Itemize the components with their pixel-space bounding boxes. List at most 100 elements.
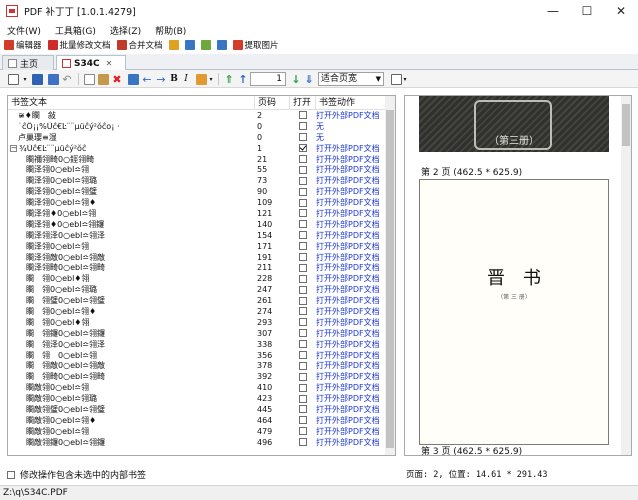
batch-modify-button[interactable]: 批量修改文档 <box>47 39 111 51</box>
bookmark-page[interactable]: 307 <box>255 329 290 338</box>
bookmark-text-cell[interactable]: 瞷泽翎0○ebl≏翎 <box>8 164 255 175</box>
bookmark-row[interactable]: 瞷泽翎♦0○ebl≏翎鑼 140 打开外部PDF文档 <box>8 219 386 230</box>
page-number-input[interactable]: 1 <box>250 72 286 86</box>
bookmark-action[interactable]: 打开外部PDF文档 <box>316 437 386 448</box>
bookmark-row[interactable]: 瞷泽翎畸0○ebl≏翎畸 211 打开外部PDF文档 <box>8 262 386 273</box>
paste-button[interactable] <box>96 72 110 86</box>
bookmark-text-cell[interactable]: 瞷泽翎♦0○ebl≏翎鑼 <box>8 219 255 230</box>
column-header-open[interactable]: 打开 <box>290 96 316 110</box>
bookmark-open-checkbox[interactable] <box>299 144 307 153</box>
bookmark-text-cell[interactable]: 瞷敵翎0○ebl≏翎 <box>8 426 255 437</box>
bookmark-open-checkbox[interactable] <box>299 176 307 185</box>
bookmark-row[interactable]: 瞷敵翎0○ebl≏翎 479 打开外部PDF文档 <box>8 426 386 437</box>
bookmark-page[interactable]: 464 <box>255 416 290 425</box>
bookmark-row[interactable]: 瞷禰翎畸0○鋞翎畸 21 打开外部PDF文档 <box>8 154 386 165</box>
bookmark-action[interactable]: 打开外部PDF文档 <box>316 328 386 339</box>
save-as-button[interactable] <box>46 72 60 86</box>
bookmark-row[interactable]: ≆♦瞷 敍 2 打开外部PDF文档 <box>8 110 386 121</box>
bookmark-action[interactable]: 打开外部PDF文档 <box>316 393 386 404</box>
bookmark-open-checkbox[interactable] <box>299 274 307 283</box>
bookmark-action[interactable]: 打开外部PDF文档 <box>316 339 386 350</box>
bookmark-text-cell[interactable]: 瞷泽翎0○ebl≏翎璧 <box>8 186 255 197</box>
bookmark-page[interactable]: 247 <box>255 285 290 294</box>
rename-button[interactable] <box>184 40 197 50</box>
bookmark-open-checkbox[interactable] <box>299 329 307 338</box>
bookmark-open-checkbox[interactable] <box>299 231 307 240</box>
bookmark-open-checkbox[interactable] <box>299 296 307 305</box>
bookmark-row[interactable]: 瞷 翎畸0○ebl≏翎畸 392 打开外部PDF文档 <box>8 371 386 382</box>
bookmark-row[interactable]: 瞷 翎璧0○ebl≏翎璧 261 打开外部PDF文档 <box>8 295 386 306</box>
bookmark-action[interactable]: 无 <box>316 132 386 143</box>
bookmark-page[interactable]: 445 <box>255 405 290 414</box>
zoom-select[interactable]: 适合页宽 ▼ <box>318 72 384 86</box>
bookmark-row[interactable]: 瞷 翎0○ebl♦翎 293 打开外部PDF文档 <box>8 317 386 328</box>
bookmark-row[interactable]: 瞷敵翎0○ebl≏翎璐 423 打开外部PDF文档 <box>8 393 386 404</box>
bookmark-open-checkbox[interactable] <box>299 155 307 163</box>
bookmark-page[interactable]: 392 <box>255 372 290 381</box>
bookmark-page[interactable]: 479 <box>255 427 290 436</box>
bookmark-page[interactable]: 90 <box>255 187 290 196</box>
bookmark-text-cell[interactable]: 瞷 翎泽0○ebl≏翎泽 <box>8 339 255 350</box>
bookmark-action[interactable]: 打开外部PDF文档 <box>316 284 386 295</box>
bookmark-page[interactable]: 121 <box>255 209 290 218</box>
split-button[interactable] <box>168 40 181 50</box>
bookmark-text-cell[interactable]: ≆♦瞷 敍 <box>8 110 255 121</box>
bookmark-row[interactable]: 瞷泽翎泽0○ebl≏翎泽 154 打开外部PDF文档 <box>8 230 386 241</box>
bookmark-action[interactable]: 打开外部PDF文档 <box>316 186 386 197</box>
bookmark-row[interactable]: 瞷泽翎♦0○ebl≏翎 121 打开外部PDF文档 <box>8 208 386 219</box>
collapse-toggle-icon[interactable]: − <box>10 144 17 152</box>
bookmark-row[interactable]: − ¾Ūĉ€Ŀ¨¨µüĉý²ŏĉ 1 打开外部PDF文档 <box>8 143 386 154</box>
menu-file[interactable]: 文件(W) <box>0 24 48 37</box>
info-button[interactable] <box>216 40 229 50</box>
bookmark-action[interactable]: 打开外部PDF文档 <box>316 110 386 121</box>
bookmark-row[interactable]: 瞷泽翎敵0○ebl≏翎敵 191 打开外部PDF文档 <box>8 252 386 263</box>
bold-button[interactable]: B <box>168 72 180 86</box>
bookmark-action[interactable]: 打开外部PDF文档 <box>316 252 386 263</box>
bookmark-open-checkbox[interactable] <box>299 220 307 229</box>
bookmark-open-checkbox[interactable] <box>299 438 307 447</box>
tab-document[interactable]: S34C ✕ <box>56 55 126 71</box>
copy-button[interactable] <box>82 72 96 86</box>
bookmark-page[interactable]: 274 <box>255 307 290 316</box>
bookmark-text-cell[interactable]: 瞷禰翎畸0○鋞翎畸 <box>8 154 255 165</box>
last-page-button[interactable]: ⇓ <box>302 72 316 86</box>
page-preview[interactable]: （第三册） 第 2 页 (462.5 * 625.9) 晋书 （第 三 册） 第… <box>404 95 632 456</box>
bookmark-page[interactable]: 356 <box>255 351 290 360</box>
bookmark-open-checkbox[interactable] <box>299 307 307 316</box>
bookmark-text-cell[interactable]: 瞷敵翎璧0○ebl≏翎璧 <box>8 404 255 415</box>
bookmark-action[interactable]: 打开外部PDF文档 <box>316 360 386 371</box>
bookmark-action[interactable]: 打开外部PDF文档 <box>316 404 386 415</box>
undo-button[interactable]: ↶ <box>60 72 74 86</box>
bookmark-open-checkbox[interactable] <box>299 133 307 142</box>
maximize-button[interactable]: ☐ <box>570 0 604 22</box>
bookmark-row[interactable]: 瞷泽翎0○ebl≏翎璐 73 打开外部PDF文档 <box>8 175 386 186</box>
bookmark-action[interactable]: 打开外部PDF文档 <box>316 306 386 317</box>
bookmark-action[interactable]: 打开外部PDF文档 <box>316 426 386 437</box>
bookmark-row[interactable]: 瞷敵翎鑼0○ebl≏翎鑼 496 打开外部PDF文档 <box>8 437 386 448</box>
bookmark-text-cell[interactable]: − ¾Ūĉ€Ŀ¨¨µüĉý²ŏĉ <box>8 144 255 153</box>
bookmark-open-checkbox[interactable] <box>299 285 307 294</box>
bookmark-page[interactable]: 0 <box>255 122 290 131</box>
bookmark-action[interactable]: 打开外部PDF文档 <box>316 241 386 252</box>
move-prev-button[interactable]: ← <box>140 72 154 86</box>
view-dropdown-button[interactable]: ▾ <box>402 72 408 86</box>
menu-tools[interactable]: 工具箱(G) <box>48 24 103 37</box>
bookmark-action[interactable]: 打开外部PDF文档 <box>316 382 386 393</box>
bookmark-open-checkbox[interactable] <box>299 122 307 131</box>
bookmark-page[interactable]: 21 <box>255 155 290 164</box>
bookmark-page[interactable]: 228 <box>255 274 290 283</box>
bookmark-page[interactable]: 191 <box>255 253 290 262</box>
bookmark-text-cell[interactable]: 瞷 翎0○ebl♦翎 <box>8 317 255 328</box>
bookmark-text-cell[interactable]: 瞷敵翎0○ebl≏翎♦ <box>8 415 255 426</box>
color-dropdown-button[interactable]: ▾ <box>208 72 214 86</box>
menu-select[interactable]: 选择(Z) <box>103 24 148 37</box>
close-tab-icon[interactable]: ✕ <box>106 59 113 68</box>
bookmark-text-cell[interactable]: 瞷 翎璧0○ebl≏翎璧 <box>8 295 255 306</box>
bookmark-action[interactable]: 打开外部PDF文档 <box>316 230 386 241</box>
new-bookmark-button[interactable] <box>6 72 20 86</box>
bookmark-text-cell[interactable]: 瞷敵翎0○ebl≏翎璐 <box>8 393 255 404</box>
bookmark-open-checkbox[interactable] <box>299 383 307 392</box>
bookmark-page[interactable]: 0 <box>255 133 290 142</box>
bookmark-text-cell[interactable]: 瞷泽翎♦0○ebl≏翎 <box>8 208 255 219</box>
bookmark-page[interactable]: 73 <box>255 176 290 185</box>
